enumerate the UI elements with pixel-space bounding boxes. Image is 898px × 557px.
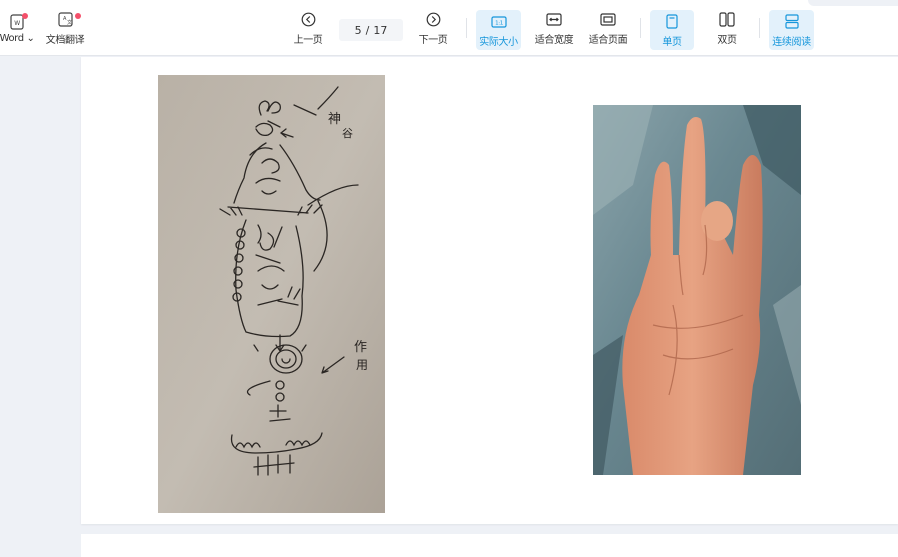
fit-width-label: 适合宽度 <box>534 34 574 46</box>
page-total: 17 <box>373 23 388 37</box>
continuous-read-label: 连续阅读 <box>772 36 811 48</box>
continuous-read-button[interactable]: 连续阅读 <box>769 10 814 50</box>
toolbar: W Word ⌄ A文 文档翻译 上一页 5 / 17 下一页 1:1 实际大小… <box>0 0 898 56</box>
next-page-label: 下一页 <box>418 34 448 46</box>
actual-size-icon: 1:1 <box>490 13 507 31</box>
svg-text:W: W <box>14 20 20 27</box>
single-page-button[interactable]: 单页 <box>650 10 694 50</box>
chevron-left-circle-icon <box>301 11 316 29</box>
toolbar-divider <box>759 18 760 38</box>
word-notification-dot <box>22 13 28 19</box>
toolbar-divider <box>640 18 641 38</box>
page-number-input[interactable]: 5 / 17 <box>339 19 403 41</box>
single-page-label: 单页 <box>662 36 682 48</box>
toolbar-divider <box>466 18 467 38</box>
translate-label: 文档翻译 <box>45 34 85 46</box>
next-page-button[interactable]: 下一页 <box>414 0 452 56</box>
hand-drawn-chakra-diagram: 神 谷 作 用 <box>158 75 385 513</box>
sketch-label-yong: 用 <box>356 358 368 372</box>
prev-page-button[interactable]: 上一页 <box>289 0 327 56</box>
next-document-page <box>81 534 898 557</box>
window-tab-edge <box>808 0 898 6</box>
sidebar-gutter <box>0 57 80 557</box>
actual-size-button[interactable]: 1:1 实际大小 <box>476 10 521 50</box>
page-current: 5 <box>354 23 362 37</box>
fit-width-icon <box>546 11 562 29</box>
fit-page-label: 适合页面 <box>588 34 628 46</box>
actual-size-label: 实际大小 <box>479 36 518 48</box>
double-page-label: 双页 <box>717 34 737 46</box>
continuous-read-icon <box>784 13 799 31</box>
sketch-label-shen: 神 <box>328 112 341 127</box>
word-convert-button[interactable]: W Word ⌄ <box>0 0 38 56</box>
fit-page-icon <box>600 11 616 29</box>
sketch-label-zuo: 作 <box>354 340 367 355</box>
translate-icon: A文 <box>57 11 73 29</box>
double-page-button[interactable]: 双页 <box>705 0 749 56</box>
double-page-icon <box>719 11 735 29</box>
translate-notification-dot <box>75 13 81 19</box>
word-label: Word ⌄ <box>0 32 35 44</box>
svg-text:1:1: 1:1 <box>495 20 503 26</box>
hand-mudra-illustration <box>593 105 801 475</box>
document-translate-button[interactable]: A文 文档翻译 <box>44 0 86 56</box>
sketch-photo: 神 谷 作 用 <box>158 75 385 513</box>
chevron-right-circle-icon <box>426 11 441 29</box>
single-page-icon <box>666 13 678 31</box>
prev-page-label: 上一页 <box>293 34 323 46</box>
fit-width-button[interactable]: 适合宽度 <box>532 0 576 56</box>
page-separator: / <box>365 23 370 37</box>
sketch-label-gu: 谷 <box>342 127 353 140</box>
fit-page-button[interactable]: 适合页面 <box>586 0 630 56</box>
svg-text:文: 文 <box>67 19 72 26</box>
hand-mudra-photo <box>593 105 801 475</box>
